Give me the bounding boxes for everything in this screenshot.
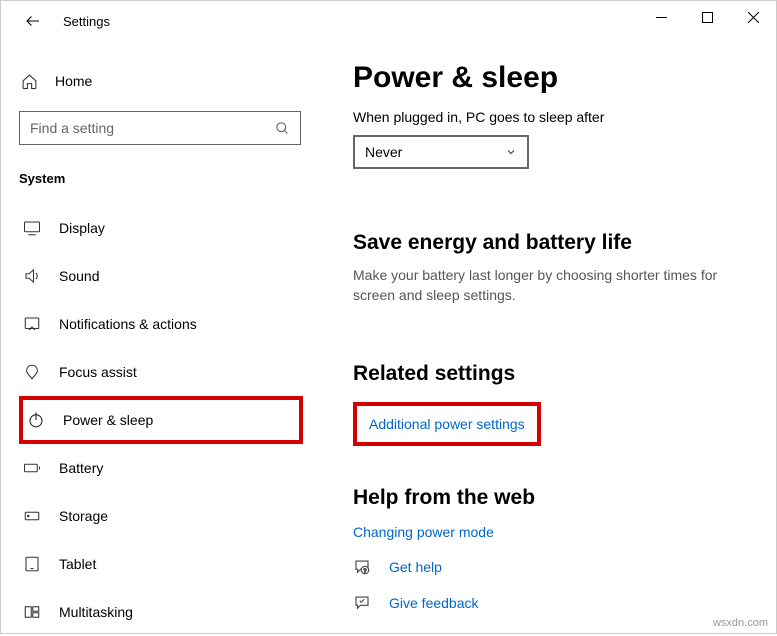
watermark: wsxdn.com	[713, 617, 768, 629]
sidebar-item-label: Storage	[59, 508, 108, 524]
sidebar-item-power[interactable]: Power & sleep	[19, 396, 303, 444]
focus-icon	[21, 363, 43, 381]
feedback-link[interactable]: Give feedback	[389, 595, 479, 611]
section-title: System	[19, 171, 303, 186]
main-pane: Power & sleep When plugged in, PC goes t…	[321, 41, 776, 633]
feedback-icon	[353, 594, 375, 612]
sidebar-item-tablet[interactable]: Tablet	[19, 540, 303, 588]
chat-icon: ?	[353, 558, 375, 576]
display-icon	[21, 219, 43, 237]
sidebar: Home System Display Sound Notifications …	[1, 41, 321, 633]
sidebar-item-multitasking[interactable]: Multitasking	[19, 588, 303, 636]
sound-icon	[21, 267, 43, 285]
search-box[interactable]	[19, 111, 301, 145]
maximize-button[interactable]	[684, 1, 730, 33]
sidebar-item-label: Focus assist	[59, 364, 137, 380]
sleep-value: Never	[365, 144, 402, 160]
search-input[interactable]	[30, 120, 275, 136]
home-label: Home	[55, 73, 92, 89]
multitasking-icon	[21, 603, 43, 621]
sidebar-item-focus[interactable]: Focus assist	[19, 348, 303, 396]
sidebar-item-label: Battery	[59, 460, 103, 476]
battery-icon	[21, 459, 43, 477]
search-icon	[275, 121, 290, 136]
tablet-icon	[21, 555, 43, 573]
sidebar-item-label: Tablet	[59, 556, 96, 572]
storage-icon	[21, 507, 43, 525]
save-energy-desc: Make your battery last longer by choosin…	[353, 265, 743, 306]
sidebar-item-label: Sound	[59, 268, 99, 284]
sidebar-item-storage[interactable]: Storage	[19, 492, 303, 540]
sidebar-item-label: Notifications & actions	[59, 316, 197, 332]
home-nav[interactable]: Home	[19, 63, 303, 99]
home-icon	[19, 73, 39, 90]
sidebar-item-label: Multitasking	[59, 604, 133, 620]
minimize-button[interactable]	[638, 1, 684, 33]
additional-power-link[interactable]: Additional power settings	[369, 416, 525, 432]
sleep-dropdown[interactable]: Never	[353, 135, 529, 169]
changing-power-mode-link[interactable]: Changing power mode	[353, 524, 494, 540]
sidebar-item-display[interactable]: Display	[19, 204, 303, 252]
additional-power-link-highlight: Additional power settings	[353, 402, 541, 446]
sleep-label: When plugged in, PC goes to sleep after	[353, 109, 744, 125]
close-button[interactable]	[730, 1, 776, 33]
power-icon	[25, 411, 47, 429]
sidebar-item-label: Display	[59, 220, 105, 236]
sidebar-item-sound[interactable]: Sound	[19, 252, 303, 300]
save-energy-title: Save energy and battery life	[353, 231, 744, 255]
sidebar-item-label: Power & sleep	[63, 412, 153, 428]
svg-text:?: ?	[364, 568, 367, 574]
help-title: Help from the web	[353, 486, 744, 510]
related-title: Related settings	[353, 362, 744, 386]
chevron-down-icon	[505, 146, 517, 158]
back-button[interactable]	[17, 5, 49, 37]
window-title: Settings	[63, 14, 110, 29]
sidebar-item-battery[interactable]: Battery	[19, 444, 303, 492]
page-title: Power & sleep	[353, 61, 744, 95]
get-help-link[interactable]: Get help	[389, 559, 442, 575]
sidebar-item-notifications[interactable]: Notifications & actions	[19, 300, 303, 348]
notifications-icon	[21, 315, 43, 333]
